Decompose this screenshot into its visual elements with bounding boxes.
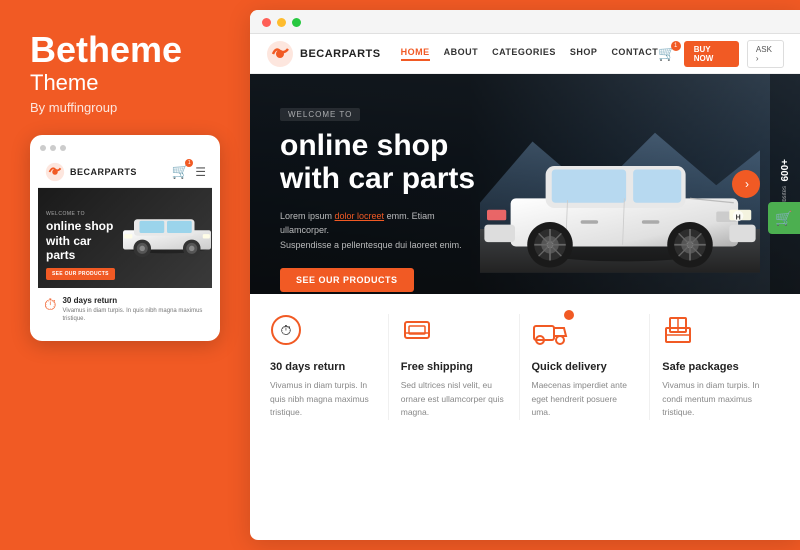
feature-packages-text: Vivamus in diam turpis. In condi mentum … xyxy=(662,379,768,420)
nav-link-shop[interactable]: SHOP xyxy=(570,47,598,61)
desktop-nav-right: 🛒 1 BUY NOW ASK › xyxy=(658,40,784,68)
mobile-features: ⏱ 30 days return Vivamus in diam turpis.… xyxy=(38,288,212,334)
mobile-nav: BECARPARTS 🛒 1 ☰ xyxy=(38,157,212,188)
feature-item-delivery: Quick delivery Maecenas imperdiet ante e… xyxy=(520,314,651,420)
mobile-logo-text: BECARPARTS xyxy=(70,167,137,177)
left-panel: Betheme Theme By muffingroup BECARPARTS xyxy=(0,0,240,550)
buy-now-button[interactable]: BUY NOW xyxy=(684,41,739,67)
feature-item-packages: Safe packages Vivamus in diam turpis. In… xyxy=(650,314,780,420)
feature-delivery-icon xyxy=(532,314,568,353)
nav-cart-badge: 1 xyxy=(671,41,681,51)
browser-dot-red[interactable] xyxy=(262,18,271,27)
mobile-cart-badge: 1 xyxy=(185,159,193,167)
mobile-dot-2 xyxy=(50,145,56,151)
nav-link-about[interactable]: ABOUT xyxy=(444,47,479,61)
mobile-dot-3 xyxy=(60,145,66,151)
feature-item-return: ⏱ 30 days return Vivamus in diam turpis.… xyxy=(270,314,389,420)
floating-cart-button[interactable]: 🛒 xyxy=(768,202,800,234)
browser-dot-green[interactable] xyxy=(292,18,301,27)
nav-cart-icon[interactable]: 🛒 1 xyxy=(658,45,675,62)
feature-shipping-icon xyxy=(401,314,433,353)
hero-cta-button[interactable]: SEE OUR PRODUCTS xyxy=(280,268,414,292)
mobile-dot-1 xyxy=(40,145,46,151)
feature-shipping-text: Sed ultrices nisl velit, eu ornare est u… xyxy=(401,379,507,420)
mobile-feature-icon: ⏱ xyxy=(44,297,56,315)
mobile-logo: BECARPARTS xyxy=(44,161,172,183)
brand-by: By muffingroup xyxy=(30,100,220,115)
browser-dot-yellow[interactable] xyxy=(277,18,286,27)
mobile-feature-text: Vivamus in diam turpis. In quis nibh mag… xyxy=(62,307,206,324)
mobile-cart-icon[interactable]: 🛒 1 xyxy=(172,163,189,180)
mobile-hero: WELCOME TO online shopwith carparts SEE … xyxy=(38,188,212,288)
mobile-hero-title: online shopwith carparts xyxy=(46,219,204,262)
mobile-hamburger-icon[interactable]: ☰ xyxy=(195,165,206,179)
feature-packages-icon xyxy=(662,314,694,353)
ask-button[interactable]: ASK › xyxy=(747,40,784,68)
mobile-browser-dots xyxy=(38,145,212,151)
hero-side-badge: 600+ websites xyxy=(770,74,800,294)
feature-shipping-title: Free shipping xyxy=(401,361,473,373)
browser-chrome xyxy=(250,10,800,34)
carousel-next-button[interactable]: › xyxy=(732,170,760,198)
cart-icon: 🛒 xyxy=(775,210,792,227)
feature-return-text: Vivamus in diam turpis. In quis nibh mag… xyxy=(270,379,376,420)
chevron-right-icon: › xyxy=(745,177,749,191)
delivery-notification-badge xyxy=(564,310,574,320)
desktop-logo-icon xyxy=(266,40,294,68)
desktop-nav: BECARPARTS HOME ABOUT CATEGORIES SHOP CO… xyxy=(250,34,800,74)
hero-subtitle: Lorem ipsum dolor locreet emm. Etiam ull… xyxy=(280,209,480,252)
hero-badge-number: 600+ xyxy=(780,159,791,182)
hero-title: online shop with car parts xyxy=(280,129,480,195)
desktop-hero: H WELCOME TO online shop with car parts … xyxy=(250,74,800,294)
mobile-cta-button[interactable]: SEE OUR PRODUCTS xyxy=(46,268,115,280)
feature-return-icon: ⏱ xyxy=(270,314,302,353)
right-panel: BECARPARTS HOME ABOUT CATEGORIES SHOP CO… xyxy=(250,10,800,540)
desktop-logo-text: BECARPARTS xyxy=(300,48,381,60)
nav-link-categories[interactable]: CATEGORIES xyxy=(492,47,556,61)
nav-link-contact[interactable]: CONTACT xyxy=(611,47,658,61)
mobile-logo-icon xyxy=(44,161,66,183)
desktop-features: ⏱ 30 days return Vivamus in diam turpis.… xyxy=(250,294,800,420)
hero-car-image: H xyxy=(480,114,760,274)
nav-link-home[interactable]: HOME xyxy=(401,47,430,61)
feature-delivery-text: Maecenas imperdiet ante eget hendrerit p… xyxy=(532,379,638,420)
svg-text:H: H xyxy=(736,214,741,221)
hero-content: WELCOME TO online shop with car parts Lo… xyxy=(280,104,480,292)
brand-subtitle: Theme xyxy=(30,70,220,96)
hero-welcome-tag: WELCOME TO xyxy=(280,108,360,121)
desktop-logo: BECARPARTS xyxy=(266,40,381,68)
mobile-feature-title: 30 days return xyxy=(62,296,206,305)
feature-packages-title: Safe packages xyxy=(662,361,738,373)
feature-item-shipping: Free shipping Sed ultrices nisl velit, e… xyxy=(389,314,520,420)
mobile-feature-content: 30 days return Vivamus in diam turpis. I… xyxy=(62,296,206,324)
feature-return-title: 30 days return xyxy=(270,361,345,373)
svg-text:⏱: ⏱ xyxy=(281,322,292,338)
brand-title: Betheme xyxy=(30,30,220,70)
mobile-mockup: BECARPARTS 🛒 1 ☰ xyxy=(30,135,220,342)
desktop-site: BECARPARTS HOME ABOUT CATEGORIES SHOP CO… xyxy=(250,34,800,540)
feature-delivery-title: Quick delivery xyxy=(532,361,607,373)
desktop-nav-links: HOME ABOUT CATEGORIES SHOP CONTACT xyxy=(401,47,659,61)
mobile-nav-icons: 🛒 1 ☰ xyxy=(172,163,206,180)
mobile-feature-item: ⏱ 30 days return Vivamus in diam turpis.… xyxy=(44,296,206,324)
